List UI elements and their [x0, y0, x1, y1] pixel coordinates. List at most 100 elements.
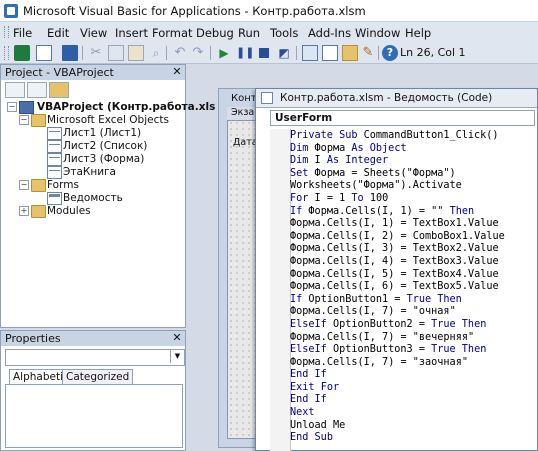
- copy-icon[interactable]: [108, 45, 124, 61]
- menu-format[interactable]: Format: [152, 26, 193, 40]
- reset-icon[interactable]: [256, 45, 272, 61]
- properties-panel-header: Properties ✕: [1, 331, 185, 346]
- code-line[interactable]: Форма.Cells(I, 7) = "очная": [290, 306, 536, 319]
- sheet-icon: [47, 153, 62, 166]
- tree-item-sheet2[interactable]: Лист2 (Список): [63, 140, 147, 152]
- margin-indicator-bar[interactable]: [270, 129, 291, 451]
- toolbar-separator: [378, 46, 379, 60]
- menu-view[interactable]: View: [80, 26, 107, 40]
- close-icon[interactable]: ✕: [171, 66, 183, 78]
- code-line[interactable]: End Sub: [290, 432, 536, 445]
- code-line[interactable]: Unload Me: [290, 420, 536, 433]
- tree-item-forms[interactable]: Forms: [47, 179, 79, 191]
- code-line[interactable]: Форма.Cells(I, 7) = "вечерняя": [290, 332, 536, 345]
- menu-run[interactable]: Run: [238, 26, 260, 40]
- toggle-folders-icon[interactable]: [49, 82, 69, 98]
- tree-item-excel-objects[interactable]: Microsoft Excel Objects: [47, 114, 169, 126]
- project-explorer-icon[interactable]: [302, 45, 318, 61]
- redo-icon[interactable]: ↷: [190, 45, 206, 61]
- code-line[interactable]: Форма.Cells(I, 2) = ComboBox1.Value: [290, 231, 536, 244]
- code-line[interactable]: Exit For: [290, 382, 536, 395]
- menu-bar: File Edit View Insert Format Debug Run T…: [0, 22, 538, 42]
- properties-panel-title: Properties: [5, 332, 61, 345]
- toolbar-grip-icon: [4, 46, 9, 60]
- toolbar-separator: [210, 46, 211, 60]
- close-icon[interactable]: ✕: [171, 332, 183, 344]
- tree-item-thisworkbook[interactable]: ЭтаКнига: [63, 166, 116, 178]
- tree-item-modules[interactable]: Modules: [47, 205, 91, 217]
- code-line[interactable]: If OptionButton1 = True Then: [290, 294, 536, 307]
- object-selector[interactable]: ▼: [5, 349, 185, 366]
- code-line[interactable]: Форма.Cells(I, 6) = TextBox5.Value: [290, 281, 536, 294]
- paste-icon[interactable]: [128, 45, 144, 61]
- menu-tools[interactable]: Tools: [270, 26, 298, 40]
- code-window-title: Контр.работа.xlsm - Ведомость (Code): [280, 92, 493, 104]
- chevron-down-icon[interactable]: ▼: [170, 350, 184, 363]
- properties-icon[interactable]: [322, 45, 338, 61]
- collapse-icon[interactable]: −: [19, 180, 29, 190]
- menu-edit[interactable]: Edit: [47, 26, 69, 40]
- design-mode-icon[interactable]: ◩: [276, 45, 292, 61]
- userform-icon: [47, 192, 62, 205]
- code-line[interactable]: Worksheets("Форма").Activate: [290, 180, 536, 193]
- code-window-titlebar: Контр.работа.xlsm - Ведомость (Code): [256, 89, 537, 108]
- save-icon[interactable]: [62, 45, 78, 61]
- excel-icon[interactable]: [14, 45, 30, 61]
- vba-app-icon: [4, 4, 18, 18]
- code-window: Контр.работа.xlsm - Ведомость (Code) Use…: [255, 88, 538, 451]
- folder-icon: [31, 114, 46, 127]
- code-line[interactable]: Форма.Cells(I, 5) = TextBox4.Value: [290, 269, 536, 282]
- code-line[interactable]: Форма.Cells(I, 3) = TextBox2.Value: [290, 243, 536, 256]
- tree-item-vbaproject[interactable]: VBAProject (Контр.работа.xls: [37, 101, 215, 113]
- menu-help[interactable]: Help: [405, 26, 431, 40]
- code-line[interactable]: Set Форма = Sheets("Форма"): [290, 168, 536, 181]
- menu-window[interactable]: Window: [355, 26, 400, 40]
- code-line[interactable]: ElseIf OptionButton3 = True Then: [290, 344, 536, 357]
- menu-file[interactable]: File: [13, 26, 32, 40]
- menu-debug[interactable]: Debug: [196, 26, 234, 40]
- tab-categorized[interactable]: Categorized: [62, 369, 134, 385]
- collapse-icon[interactable]: −: [19, 115, 29, 125]
- code-line[interactable]: Dim I As Integer: [290, 155, 536, 168]
- view-object-icon[interactable]: [27, 82, 47, 98]
- sheet-icon: [47, 140, 62, 153]
- cut-icon[interactable]: ✂: [88, 45, 104, 61]
- help-icon[interactable]: ?: [382, 45, 398, 61]
- break-icon[interactable]: ❚❚: [236, 45, 254, 61]
- toolbar-separator: [82, 46, 83, 60]
- menu-add-ins[interactable]: Add-Ins: [308, 26, 351, 40]
- tree-item-vedomost[interactable]: Ведомость: [63, 192, 123, 204]
- expand-icon[interactable]: +: [19, 206, 29, 216]
- code-line[interactable]: End If: [290, 369, 536, 382]
- property-grid[interactable]: [5, 384, 183, 448]
- properties-panel: Properties ✕ ▼ Alphabetic Categorized: [0, 330, 186, 451]
- workbook-icon: [47, 166, 62, 179]
- code-editor[interactable]: Private Sub CommandButton1_Click() Dim Фо…: [290, 130, 536, 445]
- code-line[interactable]: End If: [290, 394, 536, 407]
- collapse-icon[interactable]: −: [7, 102, 17, 112]
- toolbox-icon[interactable]: ✎: [360, 45, 376, 61]
- code-line[interactable]: Форма.Cells(I, 1) = TextBox1.Value: [290, 218, 536, 231]
- code-line[interactable]: Private Sub CommandButton1_Click(): [290, 130, 536, 143]
- window-title: Microsoft Visual Basic for Applications …: [23, 4, 366, 18]
- tree-item-sheet3[interactable]: Лист3 (Форма): [63, 153, 144, 165]
- tree-item-sheet1[interactable]: Лист1 (Лист1): [63, 127, 141, 139]
- insert-userform-icon[interactable]: [36, 45, 52, 61]
- code-line[interactable]: Dim Форма As Object: [290, 143, 536, 156]
- find-icon[interactable]: ⌕: [148, 45, 164, 61]
- run-icon[interactable]: ▶: [216, 45, 232, 61]
- code-line[interactable]: If Форма.Cells(I, 1) = "" Then: [290, 206, 536, 219]
- code-line[interactable]: For I = 1 To 100: [290, 193, 536, 206]
- date-label: Дата: [233, 137, 258, 148]
- code-line[interactable]: Next: [290, 407, 536, 420]
- object-dropdown[interactable]: UserForm: [270, 110, 535, 126]
- menu-insert[interactable]: Insert: [115, 26, 148, 40]
- code-line[interactable]: Форма.Cells(I, 7) = "заочная": [290, 357, 536, 370]
- object-browser-icon[interactable]: [342, 45, 358, 61]
- view-code-icon[interactable]: [5, 82, 25, 98]
- undo-icon[interactable]: ↶: [172, 45, 188, 61]
- sheet-icon: [47, 127, 62, 140]
- code-line[interactable]: ElseIf OptionButton2 = True Then: [290, 319, 536, 332]
- designer-window-title: Конт: [231, 93, 257, 104]
- code-line[interactable]: Форма.Cells(I, 4) = TextBox3.Value: [290, 256, 536, 269]
